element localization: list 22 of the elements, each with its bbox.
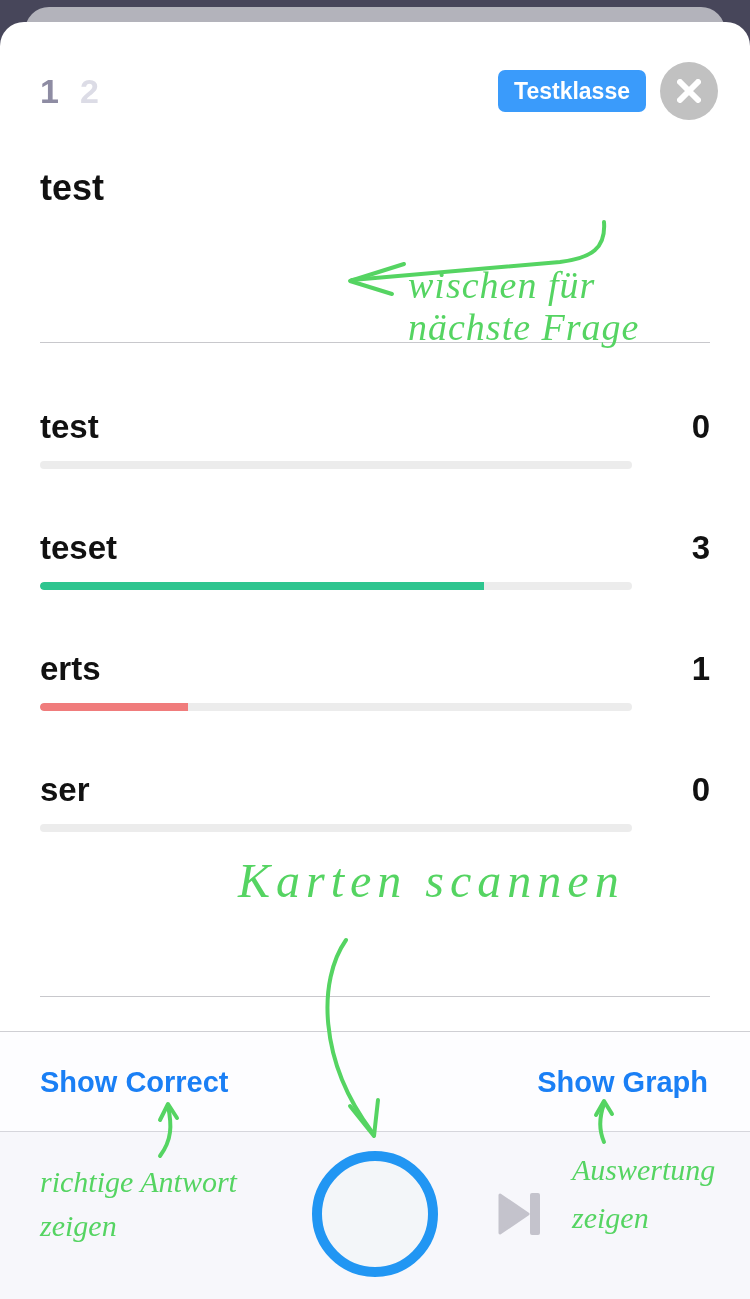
- handwritten-note: richtige Antwort zeigen: [40, 1164, 239, 1244]
- answer-label: erts: [40, 649, 101, 689]
- annotation-arrow: [158, 1102, 179, 1158]
- skip-forward-button[interactable]: [497, 1192, 541, 1236]
- action-link[interactable]: Show Graph: [537, 1063, 708, 1100]
- page-number[interactable]: 1: [40, 71, 59, 111]
- action-link[interactable]: Show Correct: [40, 1063, 229, 1100]
- handwritten-note: wischen für nächste Frage: [408, 264, 641, 348]
- handwritten-note: Auswertung zeigen: [572, 1152, 717, 1236]
- answer-count: 1: [691, 649, 710, 689]
- close-icon: [677, 79, 701, 103]
- handwritten-note: Karten scannen: [238, 853, 626, 909]
- annotation-arrow: [594, 1099, 614, 1144]
- answer-label: test: [40, 407, 99, 447]
- skip-forward-icon: [497, 1192, 541, 1236]
- answer-count: 0: [691, 407, 710, 447]
- class-tag: Testklasse: [498, 70, 646, 112]
- question-text: test: [40, 168, 106, 208]
- answer-label: ser: [40, 770, 90, 810]
- answer-count: 3: [691, 528, 710, 568]
- answer-count: 0: [691, 770, 710, 810]
- answer-label: teset: [40, 528, 118, 568]
